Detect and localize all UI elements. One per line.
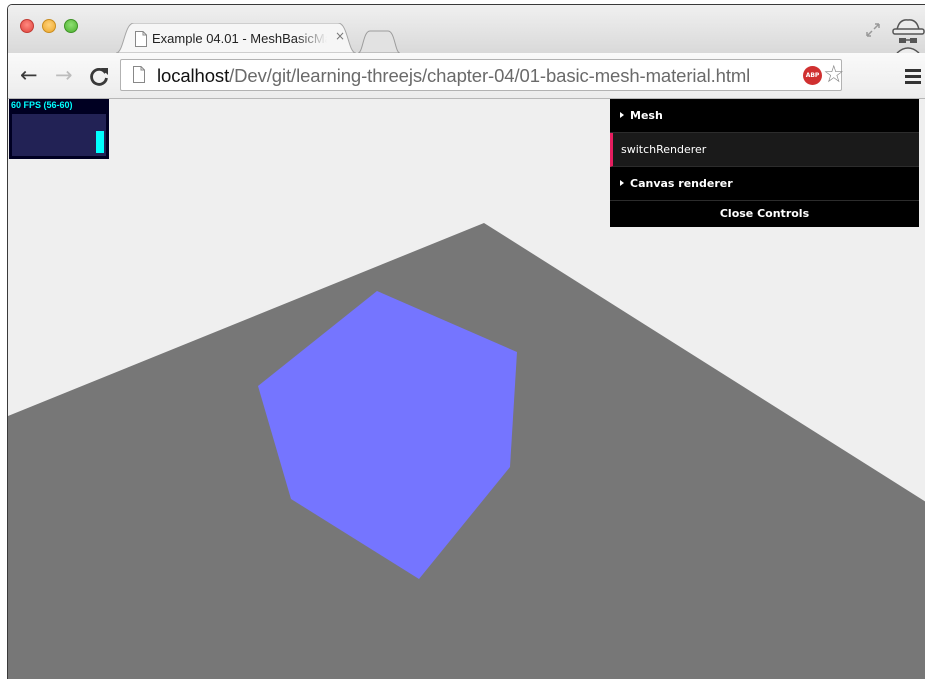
folder-mesh-label: Mesh — [630, 109, 663, 122]
tab-close-icon[interactable]: × — [335, 29, 345, 43]
folder-mesh[interactable]: Mesh — [610, 99, 919, 133]
browser-toolbar: ← → localhost/Dev/git/learning-threejs/c… — [8, 53, 925, 99]
minimize-window-button[interactable] — [42, 19, 56, 33]
webgl-viewport[interactable]: 60 FPS (56-60) Mesh switchRenderer Canva… — [8, 99, 925, 679]
folder-canvas-renderer-label: Canvas renderer — [630, 177, 733, 190]
adblock-icon[interactable]: ABP — [803, 66, 822, 85]
address-bar[interactable]: localhost/Dev/git/learning-threejs/chapt… — [120, 59, 842, 91]
expand-triangle-icon — [620, 112, 624, 118]
title-bar: Example 04.01 - MeshBasicMaterial × — [8, 5, 925, 53]
close-controls-button[interactable]: Close Controls — [610, 201, 919, 227]
incognito-icon — [892, 19, 925, 53]
new-tab-button[interactable] — [358, 29, 400, 53]
fps-bar — [96, 131, 104, 153]
zoom-window-button[interactable] — [64, 19, 78, 33]
switch-renderer-button[interactable]: switchRenderer — [610, 133, 919, 167]
reload-icon[interactable] — [88, 65, 110, 87]
tab-title: Example 04.01 - MeshBasicMaterial — [152, 31, 327, 46]
expand-triangle-icon — [620, 180, 624, 186]
close-window-button[interactable] — [20, 19, 34, 33]
fullscreen-icon[interactable] — [865, 22, 881, 38]
page-icon — [133, 66, 145, 83]
fps-stats-panel[interactable]: 60 FPS (56-60) — [9, 99, 109, 159]
bookmark-star-icon[interactable]: ☆ — [823, 61, 845, 87]
url-host: localhost — [157, 65, 230, 86]
dat-gui-controls: Mesh switchRenderer Canvas renderer Clos… — [610, 99, 919, 227]
switch-renderer-label: switchRenderer — [621, 143, 707, 156]
back-arrow-icon[interactable]: ← — [20, 63, 38, 87]
chrome-menu-icon[interactable] — [905, 69, 921, 87]
page-icon — [135, 31, 147, 47]
url-path: /Dev/git/learning-threejs/chapter-04/01-… — [229, 65, 751, 86]
fps-graph — [12, 114, 106, 156]
folder-canvas-renderer[interactable]: Canvas renderer — [610, 167, 919, 201]
tab-active[interactable]: Example 04.01 - MeshBasicMaterial × — [116, 23, 356, 53]
browser-window: Example 04.01 - MeshBasicMaterial × ← → — [7, 4, 925, 679]
fps-label: 60 FPS (56-60) — [11, 100, 73, 110]
url-text: localhost/Dev/git/learning-threejs/chapt… — [157, 65, 750, 87]
forward-arrow-icon[interactable]: → — [55, 63, 73, 87]
